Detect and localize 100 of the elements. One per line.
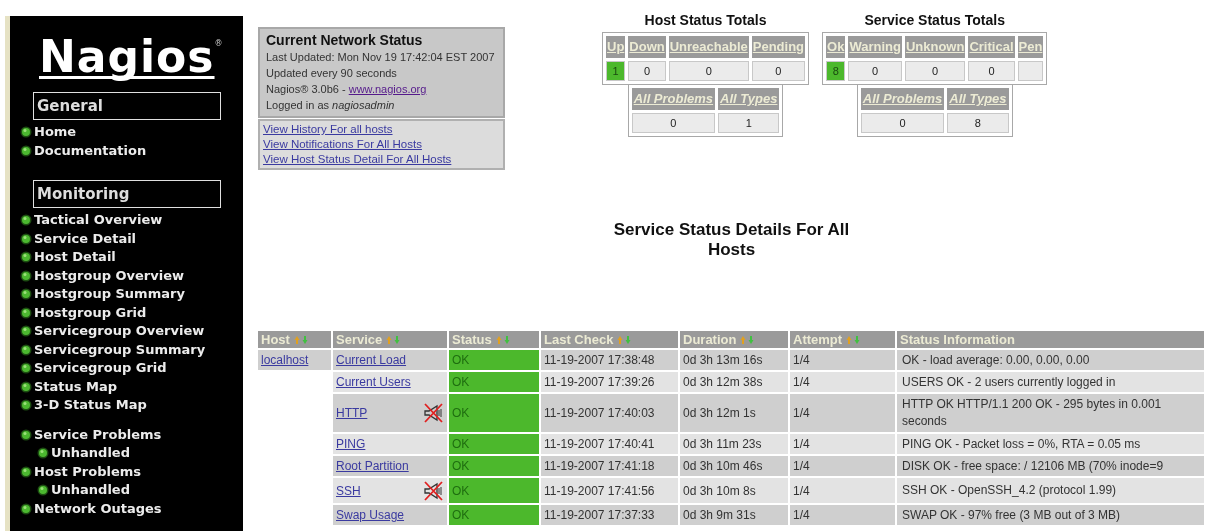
- nav-link[interactable]: Host Detail: [20, 248, 243, 267]
- count-cell: 0: [751, 61, 806, 81]
- header-label: Status: [452, 332, 492, 347]
- table-cell: OK - load average: 0.00, 0.00, 0.00: [897, 350, 1204, 370]
- service-link[interactable]: Current Load: [336, 351, 407, 369]
- sort-arrows-icon[interactable]: [846, 334, 861, 345]
- count-cell: 1: [606, 61, 626, 81]
- registered-mark: ®: [214, 38, 223, 50]
- login-text: Logged in as nagiosadmin: [266, 98, 396, 113]
- table-cell: 0d 3h 10m 46s: [680, 456, 788, 476]
- table-cell: 0d 3h 10m 8s: [680, 478, 788, 503]
- table-cell: PING OK - Packet loss = 0%, RTA = 0.05 ms: [897, 434, 1204, 454]
- sort-arrows-icon[interactable]: [495, 334, 510, 345]
- nav-link[interactable]: View Notifications For All Hosts: [263, 137, 422, 152]
- bullet-icon: [20, 214, 32, 227]
- header-label: Host: [261, 332, 290, 347]
- bullet-icon: [20, 362, 32, 375]
- status-cell: OK: [449, 350, 539, 370]
- nav-link[interactable]: Servicegroup Overview: [20, 322, 243, 341]
- count-cell: 8: [826, 61, 846, 81]
- bullet-icon: [20, 428, 32, 441]
- table-cell: 1/4: [790, 350, 895, 370]
- bullet-icon: [20, 325, 32, 338]
- table-cell: 0d 3h 9m 31s: [680, 505, 788, 525]
- service-link[interactable]: PING: [336, 435, 366, 453]
- table-cell: 1/4: [790, 434, 895, 454]
- table-cell: 11-19-2007 17:40:03: [541, 394, 678, 432]
- nav-link[interactable]: Hostgroup Grid: [20, 303, 243, 322]
- nav-link[interactable]: Unhandled: [37, 444, 243, 463]
- table-cell: HTTP OK HTTP/1.1 200 OK - 295 bytes in 0.001 seconds: [897, 394, 1204, 432]
- nav-link[interactable]: Host Problems: [20, 462, 243, 481]
- panel-title: Current Network Status: [266, 32, 424, 49]
- table-cell: 0d 3h 12m 1s: [680, 394, 788, 432]
- nav-link[interactable]: Service Detail: [20, 229, 243, 248]
- sort-arrows-icon[interactable]: [386, 334, 401, 345]
- bullet-icon: [37, 484, 49, 497]
- section-header: Monitoring: [33, 180, 221, 208]
- interval-text: Updated every 90 seconds: [266, 66, 398, 81]
- nav-link[interactable]: Unhandled: [37, 481, 243, 500]
- nav-link[interactable]: View Host Status Detail For All Hosts: [263, 152, 452, 167]
- nav-link[interactable]: Tactical Overview: [20, 211, 243, 230]
- table-cell: 11-19-2007 17:40:41: [541, 434, 678, 454]
- count-cell: 0: [904, 61, 966, 81]
- table-cell: DISK OK - free space: / 12106 MB (70% inode=9: [897, 456, 1204, 476]
- service-link[interactable]: Current Users: [336, 373, 411, 391]
- table-cell: 1/4: [790, 372, 895, 392]
- nav-link[interactable]: Status Map: [20, 377, 243, 396]
- bullet-icon: [20, 502, 32, 515]
- count-cell: 0: [631, 113, 716, 133]
- service-link[interactable]: Swap Usage: [336, 506, 405, 524]
- host-link[interactable]: localhost: [261, 353, 309, 367]
- nav-link[interactable]: 3-D Status Map: [20, 396, 243, 415]
- sort-arrows-icon[interactable]: [740, 334, 755, 345]
- status-cell: OK: [449, 434, 539, 454]
- website-link[interactable]: www.nagios.org: [348, 81, 427, 97]
- section-header: General: [33, 92, 221, 120]
- table-cell: 11-19-2007 17:38:48: [541, 350, 678, 370]
- sort-arrows-icon[interactable]: [293, 334, 308, 345]
- last-updated-text: Last Updated: Mon Nov 19 17:42:04 EST 2007: [266, 50, 496, 65]
- page-title: Service Status Details For All Hosts: [612, 220, 851, 260]
- count-cell: 0: [968, 61, 1015, 81]
- version-text: Nagios® 3.0b6 -: [266, 82, 347, 97]
- sort-arrows-icon[interactable]: [617, 334, 632, 345]
- table-cell: 11-19-2007 17:37:33: [541, 505, 678, 525]
- bullet-icon: [20, 465, 32, 478]
- bullet-icon: [20, 343, 32, 356]
- nav-link[interactable]: Service Problems: [20, 425, 243, 444]
- nav-link[interactable]: Servicegroup Grid: [20, 359, 243, 378]
- bullet-icon: [20, 232, 32, 245]
- status-cell: OK: [449, 505, 539, 525]
- table-cell: SWAP OK - 97% free (3 MB out of 3 MB): [897, 505, 1204, 525]
- nav-link[interactable]: Servicegroup Summary: [20, 340, 243, 359]
- nav-link[interactable]: Documentation: [20, 141, 243, 160]
- count-cell: 0: [860, 113, 945, 133]
- nav-link[interactable]: Hostgroup Overview: [20, 266, 243, 285]
- header-label: Status Information: [900, 332, 1015, 347]
- bullet-icon: [20, 251, 32, 264]
- count-cell: 0: [848, 61, 902, 81]
- count-cell: 0: [628, 61, 666, 81]
- table-cell: 1/4: [790, 394, 895, 432]
- status-cell: OK: [449, 478, 539, 503]
- nav-link[interactable]: Hostgroup Summary: [20, 285, 243, 304]
- table-cell: 1/4: [790, 505, 895, 525]
- nav-link[interactable]: Network Outages: [20, 499, 243, 518]
- nav-link[interactable]: View History For all hosts: [263, 122, 393, 137]
- count-cell: 1: [718, 113, 780, 133]
- totals-title: Service Status Totals: [864, 11, 1005, 30]
- bullet-icon: [37, 447, 49, 460]
- nav-link[interactable]: Home: [20, 123, 243, 142]
- table-cell: 1/4: [790, 478, 895, 503]
- table-cell: 0d 3h 13m 16s: [680, 350, 788, 370]
- status-cell: OK: [449, 456, 539, 476]
- totals-title: Host Status Totals: [644, 11, 767, 30]
- table-cell: 1/4: [790, 456, 895, 476]
- muted-megaphone-icon: [422, 479, 444, 502]
- bullet-icon: [20, 288, 32, 301]
- status-cell: OK: [449, 372, 539, 392]
- bullet-icon: [20, 269, 32, 282]
- header-label: Attempt: [793, 332, 843, 347]
- service-link[interactable]: Root Partition: [336, 457, 409, 475]
